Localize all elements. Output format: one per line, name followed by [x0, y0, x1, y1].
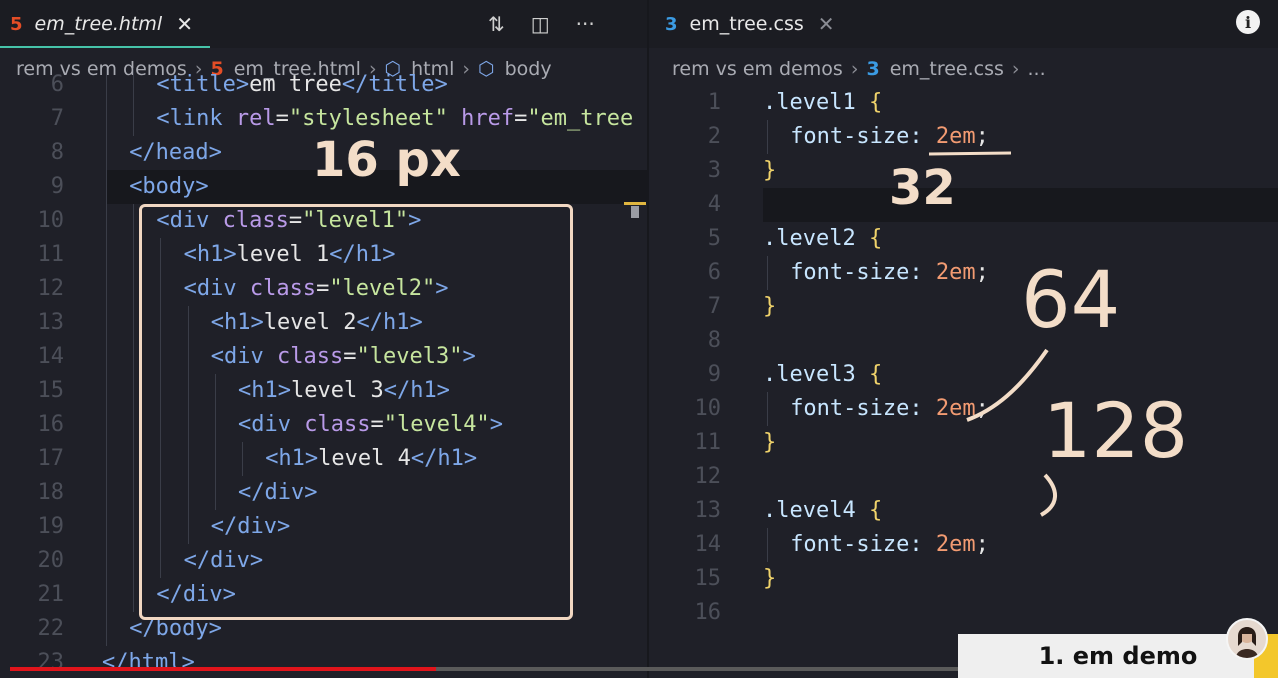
- annotation-32: 32: [889, 160, 956, 216]
- code-line[interactable]: 7 <link rel="stylesheet" href="em_tree: [0, 102, 647, 136]
- line-number: 13: [37, 310, 65, 335]
- indent-guide: [106, 170, 107, 204]
- code-token: </title>: [341, 72, 448, 97]
- indent-guide: [133, 544, 135, 578]
- indent-guide: [106, 238, 107, 272]
- indent-guide: [133, 442, 135, 476]
- indent-guide: [133, 272, 135, 306]
- indent-guide: [133, 578, 135, 612]
- code-token: <link: [156, 106, 236, 131]
- code-text: <link rel="stylesheet" href="em_tree: [156, 102, 633, 136]
- indent-guide: [106, 340, 107, 374]
- html5-icon: 5: [10, 13, 23, 35]
- code-token: </html>: [102, 650, 195, 675]
- indent-guide: [133, 374, 135, 408]
- indent-guide: [106, 204, 107, 238]
- line-number: 18: [37, 480, 65, 505]
- code-token: href: [461, 106, 515, 131]
- line-number: 17: [37, 446, 65, 471]
- indent-guide: [106, 374, 107, 408]
- indent-guide: [133, 204, 135, 238]
- tab-em-tree-html[interactable]: 5 em_tree.html ✕: [10, 0, 193, 48]
- annotation-128: 128: [1043, 386, 1189, 475]
- code-token: =: [275, 106, 289, 131]
- code-line[interactable]: 6 <title>em tree</title>: [0, 68, 647, 102]
- line-number: 7: [50, 106, 64, 131]
- code-text: </html>: [102, 646, 195, 678]
- info-icon[interactable]: i: [1236, 10, 1260, 34]
- line-number: 16: [37, 412, 65, 437]
- highlight-box: [139, 204, 573, 620]
- code-token: rel: [235, 106, 276, 131]
- indent-guide: [133, 306, 135, 340]
- indent-guide: [106, 136, 107, 170]
- split-editor-icon[interactable]: ◫: [531, 12, 550, 36]
- code-token: <body>: [129, 174, 209, 199]
- code-token: "stylesheet": [288, 106, 448, 131]
- indent-guide: [133, 510, 135, 544]
- indent-guide: [106, 102, 107, 136]
- indent-guide: [106, 476, 107, 510]
- indent-guide: [133, 476, 135, 510]
- chapter-label-text: 1. em demo: [1038, 642, 1198, 670]
- html-tab-bar: 5 em_tree.html ✕ ⇅ ◫ ···: [0, 0, 647, 48]
- arrow-stroke: [966, 348, 1049, 422]
- code-token: <title>: [156, 72, 250, 97]
- line-number: 12: [37, 276, 65, 301]
- line-number: 15: [37, 378, 65, 403]
- annotation-64: 64: [1021, 256, 1121, 346]
- code-line[interactable]: 23 </html>: [0, 646, 647, 678]
- code-token: =: [514, 106, 528, 131]
- video-progress-fill: [10, 667, 436, 671]
- indent-guide: [106, 272, 107, 306]
- arrow-stroke: [1039, 473, 1057, 517]
- code-text: <title>em tree</title>: [156, 68, 447, 102]
- line-number: 23: [37, 650, 65, 675]
- indent-guide: [106, 510, 107, 544]
- code-text: </head>: [129, 136, 222, 170]
- indent-guide: [106, 306, 107, 340]
- indent-guide: [106, 612, 107, 646]
- indent-guide: [106, 68, 107, 102]
- indent-guide: [106, 544, 107, 578]
- line-number: 11: [37, 242, 65, 267]
- indent-guide: [106, 442, 107, 476]
- more-actions-icon[interactable]: ···: [576, 12, 595, 36]
- line-number: 6: [50, 72, 64, 97]
- indent-guide: [106, 578, 107, 612]
- compare-changes-icon[interactable]: ⇅: [488, 12, 505, 36]
- line-number: 10: [37, 208, 65, 233]
- underline-stroke: [928, 151, 1012, 156]
- line-number: 19: [37, 514, 65, 539]
- indent-guide: [133, 68, 135, 102]
- scrollbar-thumb[interactable]: [631, 206, 639, 218]
- line-number: 21: [37, 582, 65, 607]
- line-number: 14: [37, 344, 65, 369]
- indent-guide: [133, 408, 135, 442]
- code-text: <body>: [129, 170, 208, 204]
- annotation-16px: 16 px: [312, 132, 461, 188]
- indent-guide: [133, 102, 135, 136]
- line-number: 8: [50, 140, 64, 165]
- line-number: 9: [50, 174, 64, 199]
- code-token: "em_tree: [527, 106, 634, 131]
- avatar: [1226, 618, 1268, 660]
- handwriting-strokes: [928, 151, 1057, 517]
- html-editor-pane: 5 em_tree.html ✕ ⇅ ◫ ··· rem vs em demos…: [0, 0, 647, 678]
- active-tab-indicator: [0, 46, 210, 48]
- indent-guide: [133, 238, 135, 272]
- indent-guide: [133, 340, 135, 374]
- tab-title: em_tree.html: [34, 13, 163, 35]
- line-number: 20: [37, 548, 65, 573]
- scroll-indicator: [624, 202, 646, 205]
- code-token: em tree: [249, 72, 342, 97]
- css-editor-pane: 3 em_tree.css ✕ rem vs em demos › 3 em_t…: [649, 0, 1278, 678]
- indent-guide: [106, 408, 107, 442]
- close-icon[interactable]: ✕: [176, 12, 193, 36]
- line-number: 22: [37, 616, 65, 641]
- code-token: </head>: [129, 140, 222, 165]
